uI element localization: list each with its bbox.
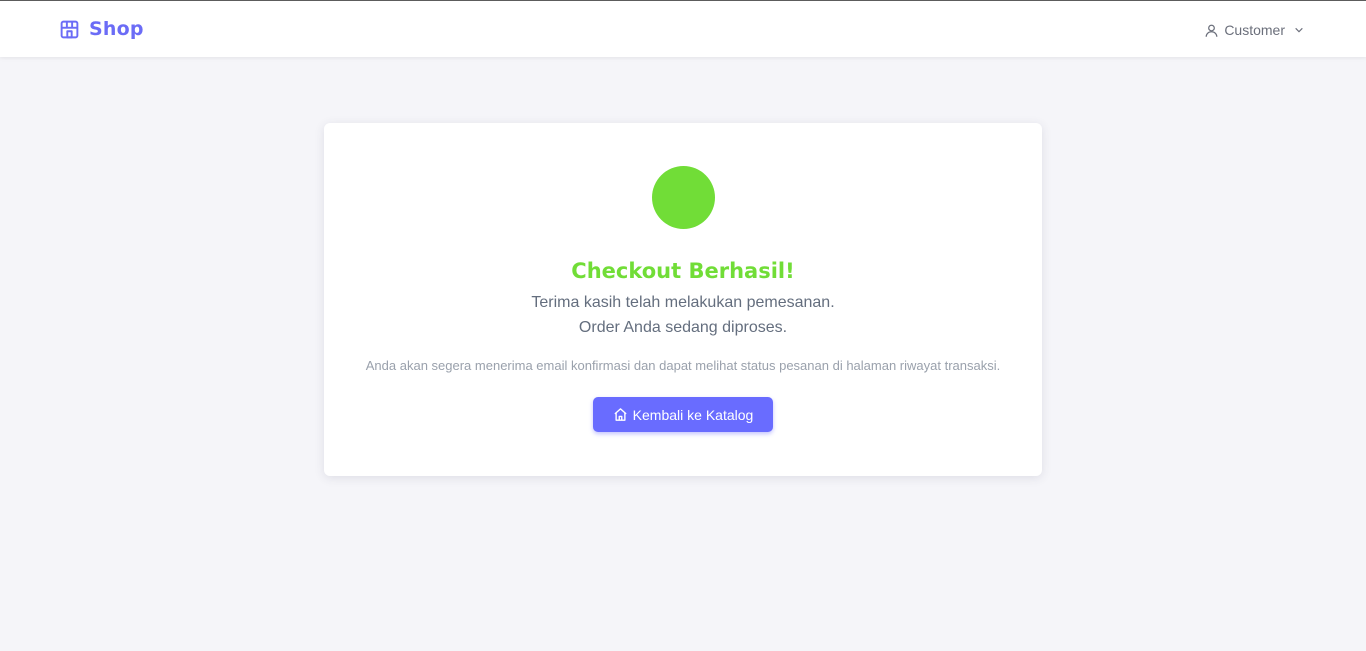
brand-name: Shop bbox=[89, 18, 144, 40]
thank-you-message: Terima kasih telah melakukan pemesanan. bbox=[531, 294, 835, 311]
user-role-label: Customer bbox=[1224, 22, 1285, 38]
user-dropdown[interactable]: Customer bbox=[1204, 22, 1304, 38]
success-title: Checkout Berhasil! bbox=[571, 259, 795, 283]
chevron-down-icon bbox=[1295, 27, 1303, 33]
storefront-icon bbox=[60, 20, 79, 38]
top-navbar: Shop Customer bbox=[0, 0, 1366, 57]
brand-link[interactable]: Shop bbox=[59, 18, 144, 40]
home-icon bbox=[614, 408, 627, 421]
user-icon bbox=[1205, 24, 1218, 37]
back-to-catalog-label: Kembali ke Katalog bbox=[632, 406, 754, 423]
success-status-icon bbox=[652, 166, 715, 229]
checkout-success-card: Checkout Berhasil! Terima kasih telah me… bbox=[324, 123, 1042, 476]
back-to-catalog-button[interactable]: Kembali ke Katalog bbox=[593, 397, 773, 432]
order-status-message: Order Anda sedang diproses. bbox=[578, 319, 788, 336]
confirmation-note: Anda akan segera menerima email konfirma… bbox=[365, 358, 1001, 373]
